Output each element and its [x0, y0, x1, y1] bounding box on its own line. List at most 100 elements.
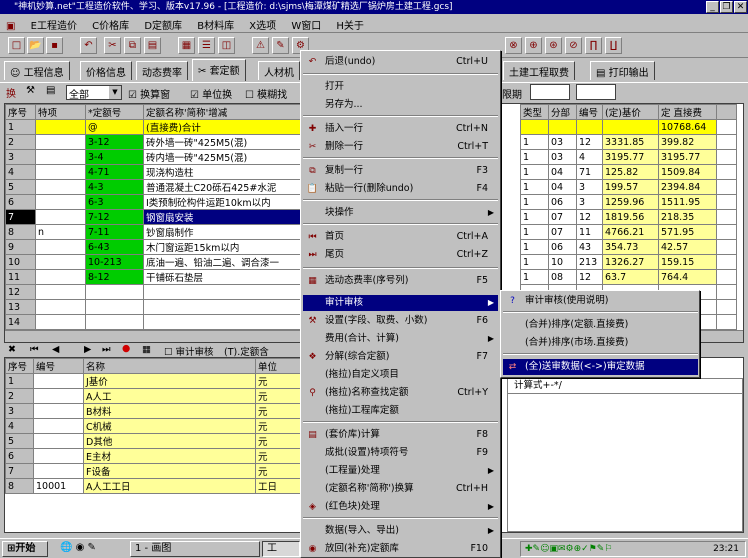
table-row[interactable]: 1 06 43 354.73 42.57	[520, 239, 737, 255]
special-cell[interactable]	[35, 194, 86, 210]
submenu-swap-data[interactable]: ⇄ (全)送审数据(<->)审定数据	[503, 359, 698, 375]
row-number[interactable]: 8	[5, 478, 34, 494]
quota-code[interactable]: 7-11	[85, 224, 144, 240]
col-name[interactable]: 定额名称'简称'增减	[143, 104, 306, 120]
save-icon[interactable]: ▪	[46, 37, 63, 54]
col-direct-cost[interactable]: 定 直接费	[658, 104, 717, 120]
special-cell[interactable]	[35, 119, 86, 135]
menu-item-14[interactable]: ❖ 分解(综合定额) F7	[303, 349, 498, 365]
table-row[interactable]: 10 10-213 底油一遍、铅油二遍、调合漆一	[5, 254, 306, 270]
quota-code[interactable]	[85, 284, 144, 300]
table-row[interactable]: 1 J基价元	[5, 373, 302, 389]
row-number[interactable]: 2	[5, 388, 34, 404]
special-cell[interactable]	[35, 254, 86, 270]
new-icon[interactable]: □	[8, 37, 25, 54]
table-row[interactable]: 5 D其他元	[5, 433, 302, 449]
quota-name[interactable]: 底油一遍、铅油二遍、调合漆一	[143, 254, 306, 270]
quota-code[interactable]: 4-71	[85, 164, 144, 180]
menu-price[interactable]: C价格库	[86, 14, 135, 35]
table-row[interactable]: 2 3-12 砖外墙一砖"425M5(混)	[5, 134, 306, 150]
base-price-cell[interactable]: 3195.77	[602, 149, 659, 165]
special-cell[interactable]: n	[35, 224, 86, 240]
bag-icon[interactable]: ⊘	[565, 37, 582, 54]
special-cell[interactable]	[35, 299, 86, 315]
resource-code[interactable]	[33, 418, 84, 434]
col-no[interactable]: 序号	[5, 358, 34, 374]
table-row[interactable]: 1 03 4 3195.77 3195.77	[520, 149, 737, 165]
table-row[interactable]: 7 7-12 钢窗扇安装	[5, 209, 306, 225]
table-row[interactable]: 6 6-3 Ⅰ类预制砼构件运距10km以内	[5, 194, 306, 210]
maximize-button[interactable]: ❐	[720, 1, 733, 13]
grid-small-icon[interactable]: ▦	[142, 344, 151, 355]
table-row[interactable]: 5 4-3 普通混凝土C20砾石425#水泥	[5, 179, 306, 195]
quota-name[interactable]: 砖外墙一砖"425M5(混)	[143, 134, 306, 150]
table-row[interactable]: 12	[5, 284, 306, 300]
paste-icon[interactable]: ▤	[144, 37, 161, 54]
menu-item-23[interactable]: 数据(导入、导出) ▶	[303, 523, 498, 539]
audit-checkbox[interactable]: ☐ 审计审核	[164, 344, 214, 358]
menu-item-12[interactable]: ⚒ 设置(字段、取费、小数) F6	[303, 313, 498, 329]
table-row[interactable]: 3 3-4 砖内墙一砖"425M5(混)	[5, 149, 306, 165]
table-row[interactable]: 4 4-71 现浇构造柱	[5, 164, 306, 180]
col-code[interactable]: 编号	[33, 358, 84, 374]
col-name[interactable]: 名称	[83, 358, 256, 374]
swap-icon[interactable]: 换	[6, 85, 16, 100]
direct-cost-cell[interactable]: 10768.64	[658, 119, 717, 135]
direct-cost-cell[interactable]: 1509.84	[658, 164, 717, 180]
mark-icon[interactable]: ⊗	[505, 37, 522, 54]
type-cell[interactable]: 1	[520, 239, 549, 255]
direct-cost-cell[interactable]: 764.4	[658, 269, 717, 285]
tab-dynamic-rate[interactable]: 动态费率	[136, 61, 188, 80]
row-number[interactable]: 5	[5, 433, 34, 449]
number-cell[interactable]: 11	[576, 224, 603, 240]
start-button[interactable]: ⊞开始	[2, 541, 48, 557]
division-cell[interactable]: 03	[548, 149, 577, 165]
resource-name[interactable]: C机械	[83, 418, 256, 434]
table-row[interactable]: 1 07 11 4766.21 571.95	[520, 224, 737, 240]
quota-code[interactable]: 8-12	[85, 269, 144, 285]
table-row[interactable]: 9 6-43 木门窗运距15km以内	[5, 239, 306, 255]
number-cell[interactable]: 43	[576, 239, 603, 255]
type-cell[interactable]: 1	[520, 269, 549, 285]
menu-item-21[interactable]: (定额名称'简称')换算 Ctrl+H	[303, 481, 498, 497]
report-icon[interactable]: ∐	[605, 37, 622, 54]
base-price-cell[interactable]	[602, 119, 659, 135]
calc-icon[interactable]: ⊕	[525, 37, 542, 54]
resource-code[interactable]	[33, 433, 84, 449]
menu-item-17[interactable]: (拖拉)工程库定额	[303, 403, 498, 419]
resource-unit[interactable]: 元	[255, 463, 302, 479]
resource-code[interactable]	[33, 448, 84, 464]
date-input-2[interactable]	[576, 84, 616, 100]
tab-apply-quota[interactable]: ✂ 套定额	[192, 59, 246, 81]
first-record-icon[interactable]: ✖	[8, 344, 16, 355]
menu-item-18[interactable]: ▤ (套价库)计算 F8	[303, 427, 498, 443]
fuzzy-find-checkbox[interactable]: ☐ 模糊找	[245, 86, 287, 101]
first-icon[interactable]: ⏮	[30, 344, 39, 355]
number-cell[interactable]: 3	[576, 194, 603, 210]
type-cell[interactable]: 1	[520, 209, 549, 225]
number-cell[interactable]: 12	[576, 269, 603, 285]
submenu-audit-help[interactable]: ? 审计审核(使用说明)	[503, 293, 698, 309]
menu-material[interactable]: B材料库	[191, 14, 240, 35]
direct-cost-cell[interactable]: 1511.95	[658, 194, 717, 210]
table-row[interactable]: 2 A人工元	[5, 388, 302, 404]
menu-cost[interactable]: E工程造价	[25, 14, 83, 35]
special-cell[interactable]	[35, 284, 86, 300]
special-cell[interactable]	[35, 239, 86, 255]
table-row[interactable]: 4 C机械元	[5, 418, 302, 434]
resource-code[interactable]	[33, 373, 84, 389]
undo-icon[interactable]: ↶	[80, 37, 97, 54]
quota-code[interactable]: 10-213	[85, 254, 144, 270]
row-number[interactable]: 1	[5, 119, 36, 135]
last-icon[interactable]: ⏭	[102, 344, 111, 355]
number-cell[interactable]: 12	[576, 134, 603, 150]
menu-item-22[interactable]: ◈ (红色块)处理 ▶	[303, 499, 498, 515]
quota-name[interactable]: 钢窗扇安装	[143, 209, 306, 225]
base-price-cell[interactable]: 1259.96	[602, 194, 659, 210]
direct-cost-cell[interactable]: 2394.84	[658, 179, 717, 195]
special-cell[interactable]	[35, 134, 86, 150]
tag-icon[interactable]: ✎	[272, 37, 289, 54]
prev-icon[interactable]: ◀	[52, 344, 59, 355]
formula-panel[interactable]: 计算式+-*/	[507, 378, 743, 532]
special-cell[interactable]	[35, 164, 86, 180]
